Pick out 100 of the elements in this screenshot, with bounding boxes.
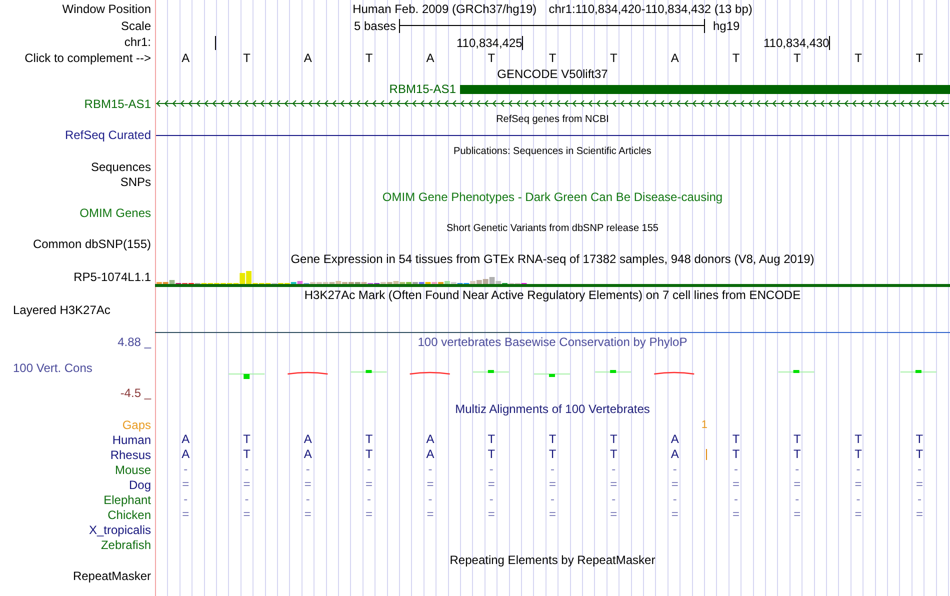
track-label[interactable]: Click to complement --> [24, 51, 151, 65]
track-title: Gene Expression in 54 tissues from GTEx RNA-seq of 17382 samples, 948 donors (V8, Aug 2019) [290, 252, 814, 266]
base-letter[interactable]: T [793, 52, 801, 64]
tick-mark [829, 36, 830, 50]
aligned-base: = [732, 478, 740, 491]
tick-mark [215, 36, 216, 50]
aligned-base: - [672, 463, 677, 476]
aligned-base: = [243, 508, 250, 521]
aligned-base: = [243, 478, 250, 491]
aligned-base: T [854, 433, 862, 446]
aligned-base: - [367, 463, 372, 476]
aligned-base: - [856, 493, 860, 506]
aligned-base: - [734, 463, 738, 476]
track-label: Window Position [62, 2, 151, 16]
tick-mark [522, 36, 524, 50]
aligned-base: = [304, 478, 312, 491]
aligned-base: - [550, 493, 555, 506]
gene-bar[interactable] [460, 84, 950, 94]
aligned-base: = [426, 478, 434, 491]
track-label[interactable]: Sequences [90, 160, 151, 174]
aligned-base: - [244, 463, 249, 476]
aligned-base: = [671, 478, 678, 491]
track-label[interactable]: RefSeq Curated [64, 128, 151, 142]
aligned-base: A [304, 433, 312, 446]
track-label[interactable]: X_tropicalis [88, 522, 151, 536]
aligned-base: - [612, 493, 616, 506]
track-label[interactable]: Chicken [108, 508, 151, 522]
track-label[interactable]: Elephant [104, 492, 151, 506]
track-title: Publications: Sequences in Scientific Articles [454, 146, 652, 156]
aligned-base: = [549, 508, 556, 521]
track-label: -4.5 _ [120, 386, 151, 400]
base-letter[interactable]: A [182, 52, 190, 64]
aligned-base: = [304, 508, 312, 521]
aligned-base: - [672, 493, 677, 506]
track-label[interactable]: SNPs [120, 174, 151, 188]
genome-db: hg19 [713, 18, 740, 32]
coordinate-label: 110,834,425 [456, 36, 522, 50]
track-label[interactable]: Dog [128, 478, 151, 492]
aligned-base: = [610, 478, 618, 491]
aligned-base: - [367, 493, 372, 506]
track-title: Repeating Elements by RepeatMasker [450, 553, 656, 567]
base-letter[interactable]: T [488, 52, 496, 64]
base-letter[interactable]: T [732, 52, 740, 64]
base-letter[interactable]: T [610, 52, 618, 64]
aligned-base: T [732, 448, 740, 461]
aligned-base: = [732, 508, 740, 521]
track-label[interactable]: Common dbSNP(155) [32, 236, 151, 250]
aligned-base: T [365, 448, 373, 461]
track-label[interactable]: Mouse [114, 462, 151, 476]
base-letter[interactable]: T [243, 52, 250, 64]
track-label[interactable]: RepeatMasker [72, 568, 151, 582]
aligned-base: = [916, 478, 923, 491]
track-title: GENCODE V50lift37 [497, 67, 608, 81]
gene-label[interactable]: RBM15-AS1 [389, 82, 456, 96]
base-letter[interactable]: A [670, 52, 679, 64]
aligned-base: = [366, 478, 373, 491]
aligned-base: - [244, 493, 249, 506]
aligned-base: T [610, 448, 618, 461]
aligned-base: A [670, 448, 679, 461]
aligned-base: - [795, 463, 800, 476]
aligned-base: = [426, 508, 434, 521]
scale-length: 5 bases [352, 18, 397, 32]
aligned-base: = [610, 508, 618, 521]
base-letter[interactable]: A [304, 52, 312, 64]
aligned-base: = [854, 508, 862, 521]
track-label[interactable]: Rhesus [110, 448, 151, 462]
aligned-base: - [306, 463, 310, 476]
track-label[interactable]: RBM15-AS1 [84, 96, 151, 110]
aligned-base: - [428, 493, 432, 506]
aligned-base: T [854, 448, 862, 461]
aligned-base: = [671, 508, 678, 521]
base-letter[interactable]: A [426, 52, 434, 64]
aligned-base: = [488, 508, 495, 521]
track-label[interactable]: Zebrafish [100, 538, 151, 552]
track-label: 4.88 _ [118, 335, 151, 349]
base-letter[interactable]: T [916, 52, 924, 64]
track-label[interactable]: OMIM Genes [80, 206, 151, 220]
aligned-base: - [428, 463, 432, 476]
track-title: H3K27Ac Mark (Often Found Near Active Regulatory Elements) on 7 cell lines from ENCODE [304, 288, 801, 302]
base-letter[interactable]: T [854, 52, 862, 64]
track-label[interactable]: Layered H3K27Ac [13, 303, 110, 317]
aligned-base: T [548, 433, 556, 446]
aligned-base: = [854, 478, 862, 491]
coordinate-label: 110,834,430 [764, 36, 830, 50]
aligned-base: = [794, 478, 801, 491]
base-letter[interactable]: T [365, 52, 373, 64]
aligned-base: - [184, 463, 188, 476]
aligned-base: - [917, 493, 922, 506]
aligned-base: T [793, 433, 801, 446]
aligned-base: - [550, 463, 555, 476]
aligned-base: T [916, 433, 924, 446]
aligned-base: T [610, 433, 618, 446]
aligned-base: - [795, 493, 800, 506]
track-label[interactable]: Human [112, 432, 151, 446]
track-label[interactable]: RP5-1074L1.1 [74, 270, 151, 284]
track-label[interactable]: 100 Vert. Cons [13, 360, 92, 374]
aligned-base: A [426, 433, 434, 446]
position-range: chr1:110,834,420-110,834,432 (13 bp) [548, 2, 752, 16]
track-label: chr1: [124, 35, 151, 49]
base-letter[interactable]: T [548, 52, 556, 64]
